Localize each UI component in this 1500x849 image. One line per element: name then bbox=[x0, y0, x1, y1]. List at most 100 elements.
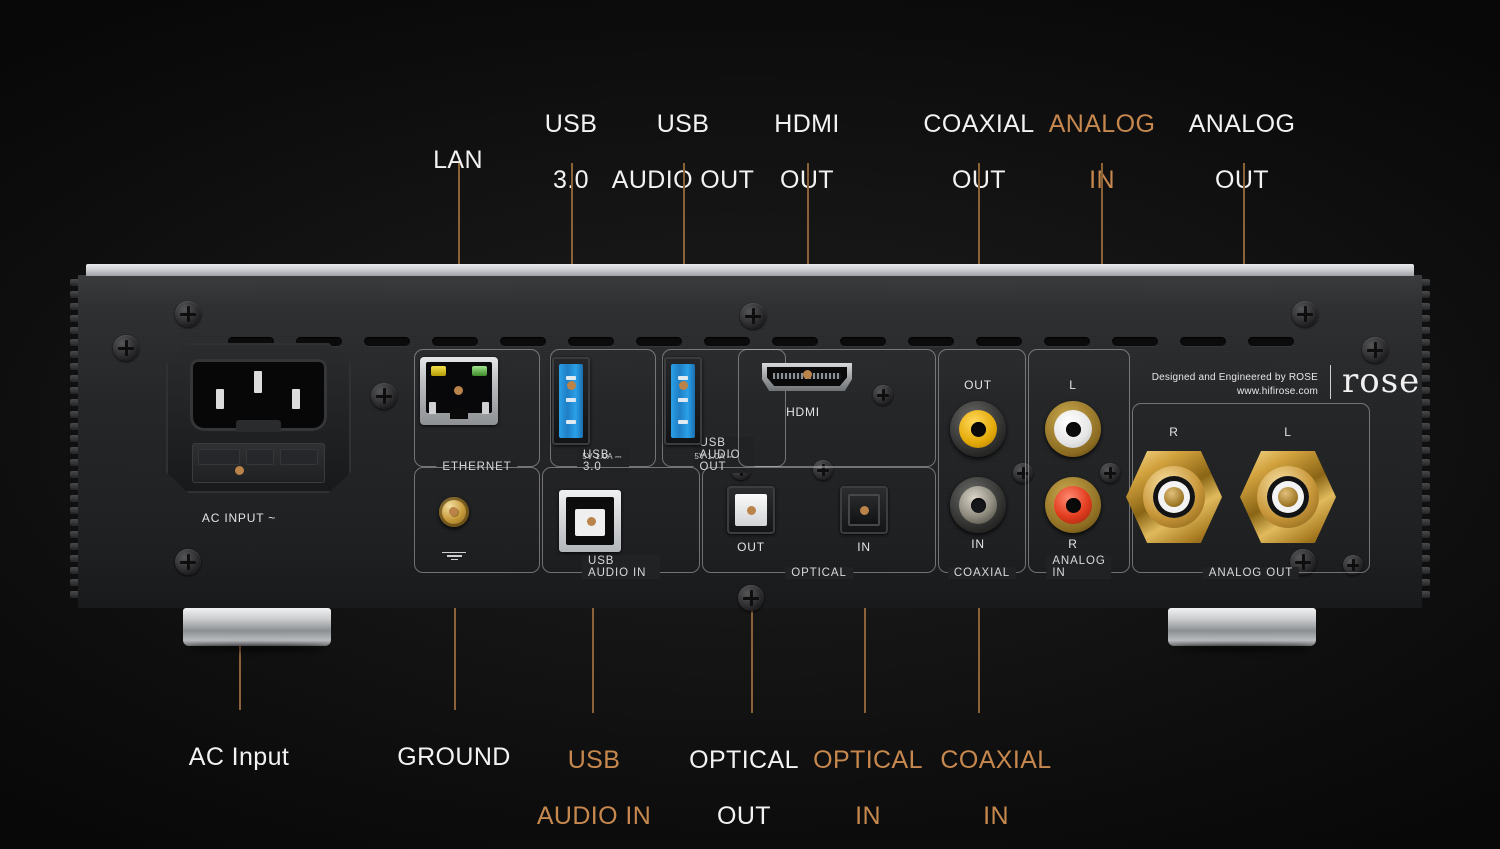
brand-credit-text: Designed and Engineered by ROSE www.hifi… bbox=[1118, 371, 1318, 398]
chassis-screw bbox=[113, 335, 139, 361]
device-rear-panel: AC INPUT ~ ETHERNET USB 3.0 5V 1.0A ⎓ US… bbox=[70, 264, 1430, 646]
analog-out-l-ring-inner bbox=[1267, 476, 1309, 518]
analog-out-r-ring-outer bbox=[1143, 466, 1205, 528]
usb-audio-out-anchor bbox=[679, 381, 688, 390]
brand-divider bbox=[1330, 365, 1332, 399]
usb-3-0-port[interactable] bbox=[552, 357, 590, 445]
vent-slot bbox=[1248, 337, 1294, 346]
group-label-optical: OPTICAL bbox=[785, 567, 853, 579]
ac-input-caption: AC INPUT ~ bbox=[201, 511, 277, 525]
vent-slot bbox=[840, 337, 886, 346]
chassis-screw bbox=[1292, 301, 1318, 327]
vent-slot bbox=[1112, 337, 1158, 346]
analog-out-l-jack[interactable] bbox=[1240, 451, 1336, 543]
group-label-coaxial: COAXIAL bbox=[947, 567, 1017, 579]
product-photo-diagram: LAN USB 3.0 USB AUDIO OUT HDMI OUT COAXI… bbox=[0, 0, 1500, 849]
rj45-latch bbox=[450, 409, 468, 419]
analog-out-r-pin bbox=[1164, 487, 1184, 507]
analog-in-l-hole bbox=[1065, 421, 1081, 437]
usb-audio-out-rating: 5V 1.0A ⎓ bbox=[694, 452, 734, 461]
callout-ground-line1: GROUND bbox=[397, 743, 511, 771]
callout-coaxin-line2: IN bbox=[983, 802, 1009, 830]
callout-label-analog-out: ANALOG OUT bbox=[1166, 82, 1318, 222]
chassis-foot-right bbox=[1168, 608, 1316, 646]
usb-audio-out-port[interactable] bbox=[664, 357, 702, 445]
vent-slot bbox=[1044, 337, 1090, 346]
chassis-top-edge bbox=[86, 264, 1414, 279]
chassis-screw bbox=[1362, 337, 1388, 363]
iec-pin-live bbox=[216, 389, 224, 409]
ground-anchor bbox=[449, 507, 458, 516]
analog-out-l-caption: L bbox=[1284, 425, 1292, 439]
callout-usbaudioin-line2: AUDIO IN bbox=[536, 802, 652, 830]
callout-analogin-line1: ANALOG bbox=[1048, 110, 1156, 138]
analog-in-l-ring bbox=[1054, 410, 1092, 448]
brand-credit-line2: www.hifirose.com bbox=[1237, 385, 1318, 397]
vent-slot bbox=[1180, 337, 1226, 346]
callout-label-ground: GROUND bbox=[394, 715, 514, 799]
vent-slot bbox=[432, 337, 478, 346]
usb-3-0-tongue bbox=[559, 364, 583, 438]
analog-in-r-jack[interactable] bbox=[1045, 477, 1101, 533]
brand-credit-line1: Designed and Engineered by ROSE bbox=[1151, 372, 1318, 383]
analog-out-r-jack[interactable] bbox=[1126, 451, 1222, 543]
vent-slot bbox=[500, 337, 546, 346]
callout-label-ac-input: AC Input bbox=[179, 715, 299, 799]
brand-logo: rose bbox=[1342, 361, 1421, 401]
chassis-body: AC INPUT ~ ETHERNET USB 3.0 5V 1.0A ⎓ US… bbox=[78, 275, 1422, 611]
vent-slot bbox=[568, 337, 614, 346]
usb-3-0-rating: 5V 1.0A ⎓ bbox=[582, 452, 622, 461]
optical-in-anchor bbox=[860, 506, 869, 515]
vent-slot bbox=[636, 337, 682, 346]
rj45-led-green bbox=[472, 366, 487, 376]
callout-analogout-line1: ANALOG bbox=[1188, 110, 1296, 138]
ac-input-anchor bbox=[235, 466, 244, 475]
callout-label-coaxial-in: COAXIAL IN bbox=[920, 718, 1072, 849]
coaxial-in-jack[interactable] bbox=[950, 477, 1006, 533]
chassis-screw bbox=[740, 303, 766, 329]
vent-slot bbox=[772, 337, 818, 346]
vent-slot bbox=[704, 337, 750, 346]
analog-in-r-ring bbox=[1054, 486, 1092, 524]
coaxial-out-caption: OUT bbox=[964, 378, 992, 392]
vent-slot bbox=[364, 337, 410, 346]
group-label-analog-in: ANALOG IN bbox=[1046, 555, 1112, 579]
analog-in-l-caption: L bbox=[1069, 378, 1077, 392]
group-analog-in: ANALOG IN bbox=[1028, 349, 1130, 579]
coaxial-in-hole bbox=[970, 497, 986, 513]
hdmi-caption: HDMI bbox=[786, 405, 820, 419]
callout-coaxin-line1: COAXIAL bbox=[940, 746, 1052, 774]
vent-slot bbox=[908, 337, 954, 346]
ac-power-inlet[interactable] bbox=[166, 343, 351, 493]
analog-in-r-hole bbox=[1065, 497, 1081, 513]
callout-hdmiout-line1: HDMI bbox=[774, 110, 840, 138]
ethernet-anchor bbox=[454, 386, 463, 395]
rj45-clip-right bbox=[482, 402, 489, 414]
callout-label-usb-audio-in: USB AUDIO IN bbox=[504, 718, 684, 849]
chassis-screw bbox=[175, 549, 201, 575]
vent-slot bbox=[976, 337, 1022, 346]
analog-out-r-ring-inner bbox=[1153, 476, 1195, 518]
iec-pin-neutral bbox=[292, 389, 300, 409]
optical-in-caption: IN bbox=[857, 540, 871, 554]
coaxial-out-ring bbox=[959, 410, 997, 448]
hdmi-anchor bbox=[803, 370, 812, 379]
coaxial-out-jack[interactable] bbox=[950, 401, 1006, 457]
coaxial-in-ring bbox=[959, 486, 997, 524]
analog-in-l-jack[interactable] bbox=[1045, 401, 1101, 457]
callout-usbaudioin-line1: USB bbox=[567, 746, 621, 774]
group-label-analog-out: ANALOG OUT bbox=[1202, 567, 1300, 579]
usb-audio-out-tongue bbox=[671, 364, 695, 438]
usb-audio-in-anchor bbox=[587, 517, 596, 526]
usb-3-0-anchor bbox=[567, 381, 576, 390]
iec-rating-plate bbox=[192, 443, 325, 483]
coaxial-out-hole bbox=[970, 421, 986, 437]
chassis-screw bbox=[175, 301, 201, 327]
group-label-usb-audio-in: USB AUDIO IN bbox=[582, 555, 660, 579]
ground-symbol-icon bbox=[442, 552, 466, 562]
rj45-clip-left bbox=[429, 402, 436, 414]
rj45-led-amber bbox=[431, 366, 446, 376]
analog-in-r-caption: R bbox=[1068, 537, 1078, 551]
optical-out-anchor bbox=[747, 506, 756, 515]
chassis-foot-left bbox=[183, 608, 331, 646]
